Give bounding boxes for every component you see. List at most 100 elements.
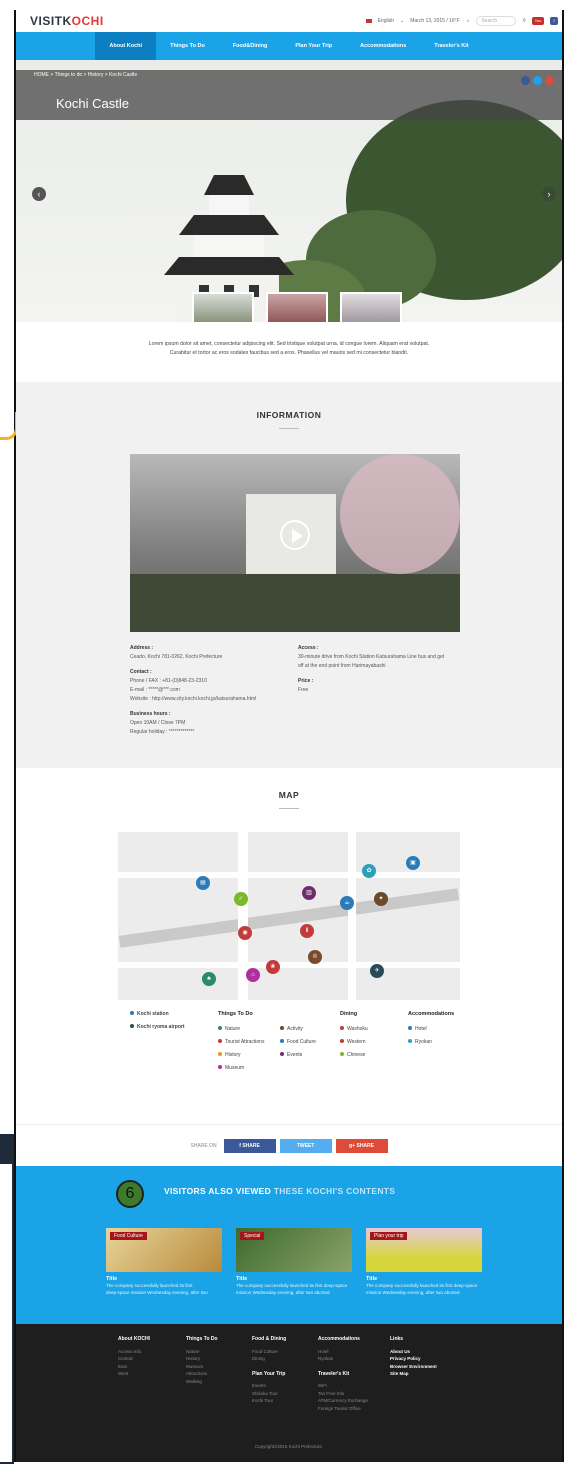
map-pin-icon[interactable]: ✓ xyxy=(234,892,248,906)
legend-item[interactable]: Food Culture xyxy=(280,1036,338,1049)
footer-link[interactable]: Events xyxy=(252,1382,286,1390)
footer-link[interactable]: Kochi Tour xyxy=(252,1397,286,1405)
footer-heading[interactable]: About KOCHI xyxy=(118,1336,150,1344)
map-canvas[interactable]: ✿ ▣ ▤ ✓ ▥ ☕ ✦ ◉ Ⅱ ♔ ❀ ⌂ ♣ ✈ xyxy=(118,832,460,1000)
map-pin-icon[interactable]: ⌂ xyxy=(246,968,260,982)
nav-item-about-kochi[interactable]: About Kochi xyxy=(95,32,157,60)
footer-link[interactable]: Nature xyxy=(186,1348,218,1356)
footer-link[interactable]: History xyxy=(186,1355,218,1363)
legend-item[interactable]: Events xyxy=(280,1049,338,1062)
footer-link[interactable]: Browser Environment xyxy=(390,1363,437,1371)
nav-item-accommodations[interactable]: Accommodations xyxy=(346,32,420,60)
footer-link[interactable]: Privacy Policy xyxy=(390,1355,437,1363)
footer-heading[interactable]: Food & Dining xyxy=(252,1336,286,1344)
nav-item-things-to-do[interactable]: Things To Do xyxy=(156,32,219,60)
legend-station-item[interactable]: Kochi station xyxy=(130,1008,185,1021)
footer-link[interactable]: Hotel xyxy=(318,1348,368,1356)
breadcrumb[interactable]: HOME > Things to do > History > Kochi Ca… xyxy=(34,72,137,78)
nav-item-travelers-kit[interactable]: Traveler's Kit xyxy=(420,32,482,60)
content-card[interactable]: Special Title The company successfully l… xyxy=(236,1228,352,1296)
google-plus-share-button[interactable]: g+ SHARE xyxy=(335,1138,388,1153)
footer-link[interactable]: Site Map xyxy=(390,1370,437,1378)
footer-link[interactable]: East xyxy=(118,1363,150,1371)
map-road xyxy=(118,872,460,878)
content-card[interactable]: Food Culture Title The company successfu… xyxy=(106,1228,222,1296)
footer-link[interactable]: Attractions xyxy=(186,1370,218,1378)
search-icon[interactable]: ⚲ xyxy=(522,18,526,24)
hotel-icon xyxy=(408,1026,412,1030)
slider-next-button[interactable]: › xyxy=(542,187,556,201)
footer-heading[interactable]: Things To Do xyxy=(186,1336,218,1344)
footer-link[interactable]: Shikoku Tour xyxy=(252,1390,286,1398)
footer-link[interactable]: WiFi xyxy=(318,1382,368,1390)
content-card[interactable]: Plan your trip Title The company success… xyxy=(366,1228,482,1296)
email-value[interactable]: E-mail : *****@***.com xyxy=(130,686,290,695)
legend-label: Kochi station xyxy=(137,1011,169,1017)
footer-link[interactable]: Ryokan xyxy=(318,1355,368,1363)
nav-item-plan-your-trip[interactable]: Plan Your Trip xyxy=(281,32,346,60)
map-pin-icon[interactable]: ◉ xyxy=(238,926,252,940)
footer-heading[interactable]: Traveler's Kit xyxy=(318,1371,368,1379)
legend-item[interactable]: History xyxy=(218,1049,280,1062)
footer-link[interactable]: Access Info xyxy=(118,1348,150,1356)
legend-item[interactable]: Nature xyxy=(218,1023,280,1036)
facebook-share-button[interactable]: f SHARE xyxy=(223,1138,276,1153)
map-pin-icon[interactable]: ▤ xyxy=(196,876,210,890)
footer-link[interactable]: Central xyxy=(118,1355,150,1363)
map-pin-icon[interactable]: ♣ xyxy=(202,972,216,986)
camera-icon xyxy=(218,1039,222,1043)
youtube-icon[interactable]: You xyxy=(532,17,544,25)
legend-item[interactable]: Tourist Attractions xyxy=(218,1036,280,1049)
google-plus-icon[interactable] xyxy=(545,76,554,85)
price-value: Free xyxy=(298,687,309,693)
slider-thumbnails xyxy=(192,292,402,322)
map-pin-icon[interactable]: ✈ xyxy=(370,964,384,978)
legend-item[interactable]: Ryokan xyxy=(408,1036,454,1049)
map-road xyxy=(348,832,356,1000)
footer-link[interactable]: Dining xyxy=(252,1355,286,1363)
footer-link[interactable]: Museum xyxy=(186,1363,218,1371)
map-pin-icon[interactable]: ☕ xyxy=(340,896,354,910)
map-pin-icon[interactable]: Ⅱ xyxy=(300,924,314,938)
legend-station-item[interactable]: Kochi ryoma airport xyxy=(130,1021,185,1034)
footer-heading[interactable]: Plan Your Trip xyxy=(252,1371,286,1379)
footer-link[interactable]: ATM/Currency Exchange xyxy=(318,1397,368,1405)
slider-thumbnail[interactable] xyxy=(340,292,402,322)
footer-link[interactable]: West xyxy=(118,1370,150,1378)
map-pin-icon[interactable]: ▣ xyxy=(406,856,420,870)
site-logo[interactable]: VISITKOCHI xyxy=(30,14,104,28)
video-player[interactable] xyxy=(130,454,460,632)
map-pin-icon[interactable]: ✿ xyxy=(362,864,376,878)
language-selector[interactable]: English xyxy=(378,18,394,24)
footer-heading[interactable]: Accommodations xyxy=(318,1336,368,1344)
footer-link[interactable]: Foreign Tourist Office xyxy=(318,1405,368,1413)
map-pin-icon[interactable]: ♔ xyxy=(308,950,322,964)
footer-link[interactable]: Walking xyxy=(186,1378,218,1386)
slider-thumbnail[interactable] xyxy=(192,292,254,322)
facebook-icon[interactable] xyxy=(521,76,530,85)
legend-item[interactable]: Hotel xyxy=(408,1023,454,1036)
play-icon[interactable] xyxy=(280,520,310,550)
slider-thumbnail[interactable] xyxy=(266,292,328,322)
facebook-icon[interactable]: f xyxy=(550,17,558,25)
legend-item[interactable]: Chinese xyxy=(340,1049,368,1062)
card-image: Special xyxy=(236,1228,352,1272)
map-pin-icon[interactable]: ▥ xyxy=(302,886,316,900)
tweet-button[interactable]: TWEET xyxy=(279,1138,332,1153)
address-label: Address : xyxy=(130,645,154,651)
map-pin-icon[interactable]: ❀ xyxy=(266,960,280,974)
legend-item[interactable]: Museum xyxy=(218,1062,280,1075)
legend-item[interactable]: Washoku xyxy=(340,1023,368,1036)
twitter-icon[interactable] xyxy=(533,76,542,85)
slider-prev-button[interactable]: ‹ xyxy=(32,187,46,201)
legend-item[interactable]: Activity xyxy=(280,1023,338,1036)
nav-item-food-dining[interactable]: Food&Dining xyxy=(219,32,282,60)
footer-link[interactable]: About Us xyxy=(390,1348,437,1356)
footer-link[interactable]: Tax Free Info xyxy=(318,1390,368,1398)
map-section: MAP ✿ ▣ ▤ ✓ ▥ ☕ ✦ ◉ Ⅱ ♔ ❀ ⌂ ♣ ✈ Kochi st… xyxy=(16,768,562,1124)
legend-item[interactable]: Western xyxy=(340,1036,368,1049)
search-input[interactable]: Search xyxy=(476,16,517,26)
website-link[interactable]: Website : http://www.city.kochi.kochi.jp… xyxy=(130,695,290,704)
footer-link[interactable]: Food Culture xyxy=(252,1348,286,1356)
map-pin-icon[interactable]: ✦ xyxy=(374,892,388,906)
